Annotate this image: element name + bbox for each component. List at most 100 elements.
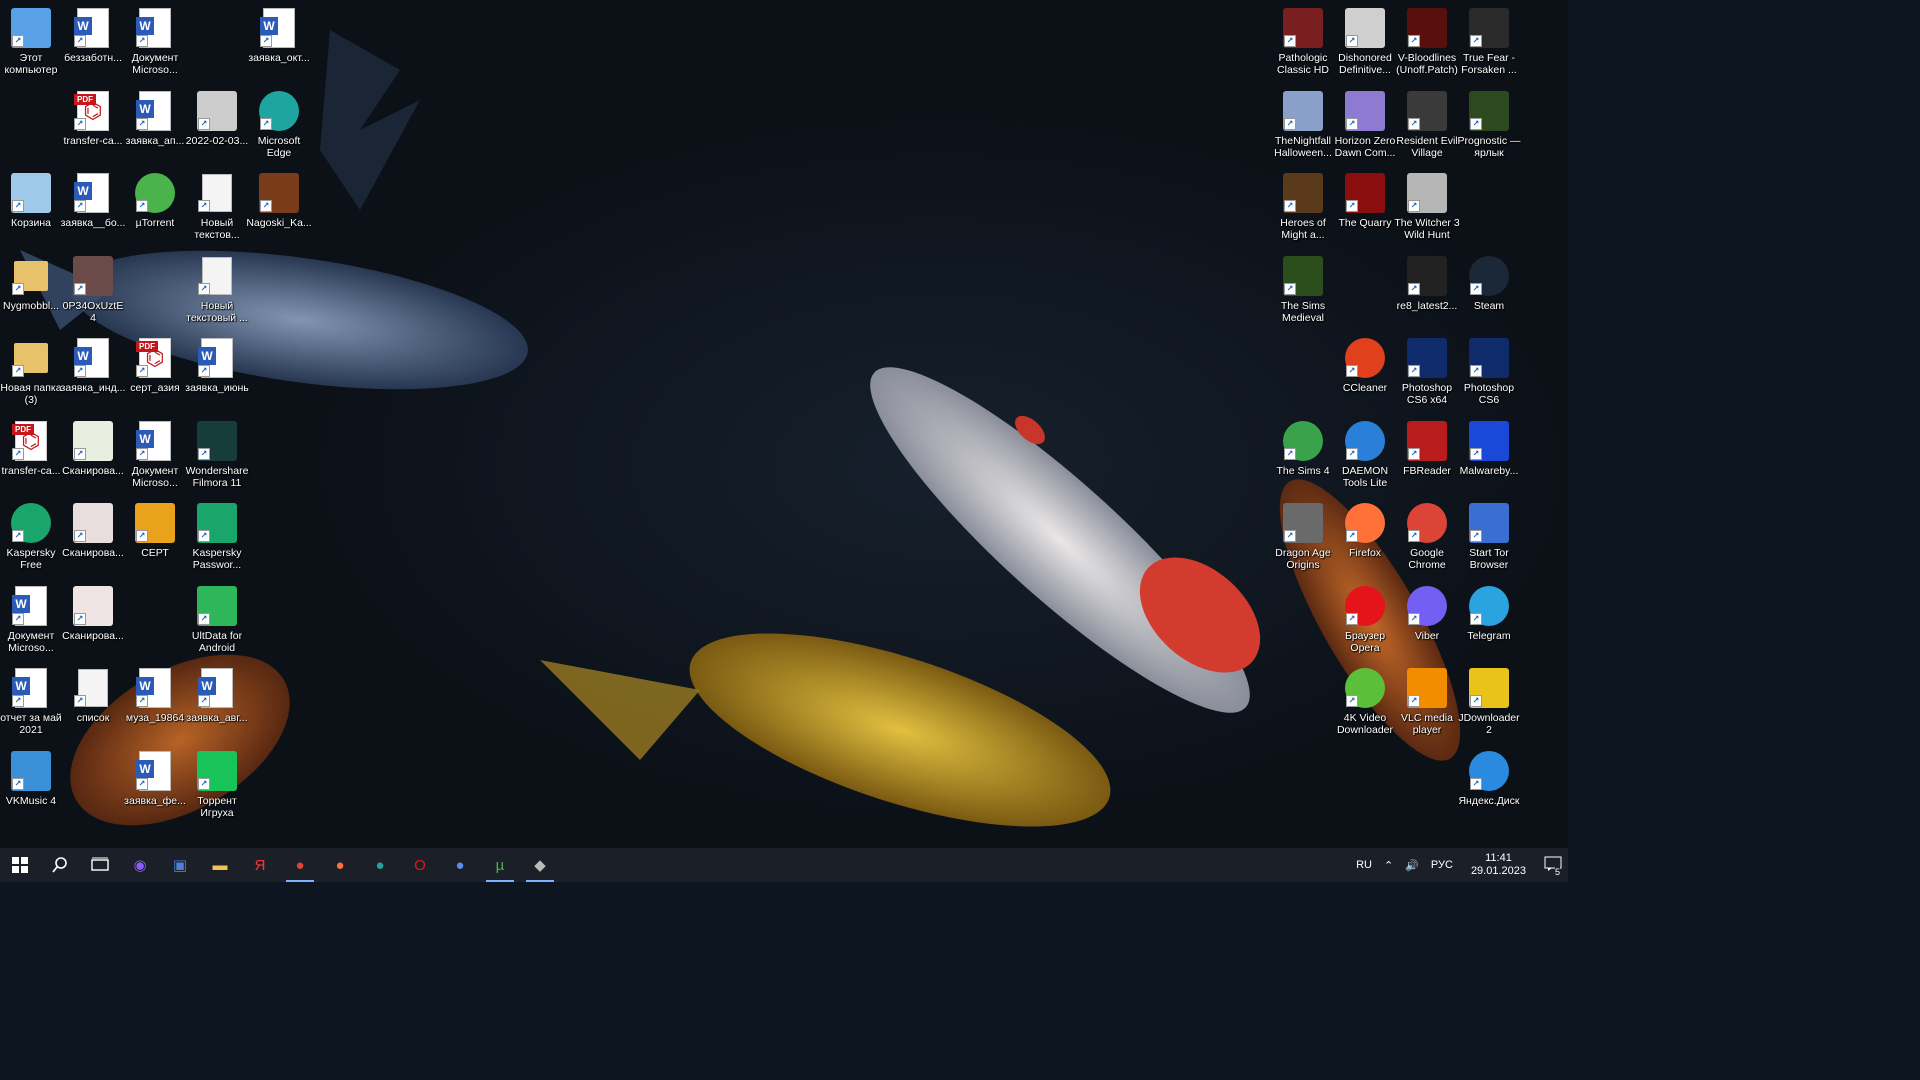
chromium-icon[interactable]: ● [440,848,480,882]
desktop-icon[interactable]: ↗ Новый текстов... [186,169,248,249]
desktop-icon[interactable]: ↗ Viber [1396,582,1458,662]
desktop-icon-label: 0P34OxUztE4 [62,299,124,324]
desktop-icon[interactable]: ↗ Сканирова... [62,582,124,662]
save-disk-icon[interactable]: ▣ [160,848,200,882]
fbreader-icon: ↗ [1407,420,1447,461]
chrome-icon: ↗ [1407,503,1447,543]
desktop-icon[interactable]: ↗ список [62,664,124,744]
desktop-icon[interactable]: ↗ Heroes of Might a... [1272,169,1334,249]
desktop-icon[interactable]: ↗ 4K Video Downloader [1334,664,1396,744]
desktop-icon[interactable]: ↗ The Sims 4 [1272,417,1334,497]
search-icon[interactable] [40,848,80,882]
desktop-icon[interactable]: ↗ Nygmobbl... [0,252,62,332]
desktop-icon[interactable]: ↗ VKMusic 4 [0,747,62,827]
desktop-icon[interactable]: ↗ re8_latest2... [1396,252,1458,332]
desktop-icon[interactable]: ↗ Microsoft Edge [248,87,310,167]
chrome-icon[interactable]: ● [280,848,320,882]
desktop-icon[interactable]: ↗ Сканирова... [62,417,124,497]
desktop-icon[interactable]: W ↗ заявка_фе... [124,747,186,827]
yandex-browser-icon[interactable]: Я [240,848,280,882]
desktop-icon[interactable]: ↗ The Quarry [1334,169,1396,249]
desktop-icon[interactable]: W ↗ отчет за май 2021 [0,664,62,744]
desktop-icon[interactable]: ↗ JDownloader 2 [1458,664,1520,744]
clock[interactable]: 11:41 29.01.2023 [1471,852,1526,878]
desktop-icon[interactable]: W ↗ Документ Microso... [124,417,186,497]
shortcut-arrow-icon: ↗ [198,530,210,542]
desktop-icon[interactable]: ↗ DAEMON Tools Lite [1334,417,1396,497]
desktop-icon[interactable]: ↗ µTorrent [124,169,186,249]
desktop-icon[interactable]: ↗ V-Bloodlines (Unoff.Patch) [1396,4,1458,84]
dishonored-icon[interactable]: ◆ [520,848,560,882]
desktop-icon[interactable]: ↗ 2022-02-03... [186,87,248,167]
desktop-icon[interactable]: ↗ Google Chrome [1396,499,1458,579]
firefox-icon[interactable]: ● [320,848,360,882]
edge-icon[interactable]: ● [360,848,400,882]
desktop-icon[interactable]: W ↗ заявка_авг... [186,664,248,744]
desktop-icon[interactable]: ↗ FBReader [1396,417,1458,497]
opera-icon[interactable]: O [400,848,440,882]
desktop-icon[interactable]: PDF ⌬ ↗ серт_азия [124,334,186,414]
desktop-icon[interactable]: W ↗ Документ Microso... [0,582,62,662]
desktop-icon[interactable]: ↗ Steam [1458,252,1520,332]
desktop-icon[interactable]: PDF ⌬ ↗ transfer-ca... [62,87,124,167]
desktop-icon[interactable]: ↗ Dragon Age Origins [1272,499,1334,579]
desktop-icon[interactable]: ↗ Prognostic — ярлык [1457,87,1521,167]
desktop-icon[interactable]: ↗ СЕРТ [124,499,186,579]
desktop-icon[interactable]: ↗ The Witcher 3 Wild Hunt [1394,169,1460,249]
desktop-icon[interactable]: ↗ Telegram [1458,582,1520,662]
desktop-icon[interactable]: ↗ Этот компьютер [0,4,62,84]
desktop-icon[interactable]: ↗ VLC media player [1396,664,1458,744]
desktop-icon[interactable]: ↗ Malwareby... [1458,417,1520,497]
scan-image-icon: ↗ [73,420,113,461]
desktop-icon[interactable]: ↗ Яндекс.Диск [1458,747,1520,827]
desktop-icon[interactable]: ↗ Новый текстовый ... [186,252,248,332]
notifications-icon[interactable]: 5 [1544,856,1562,877]
desktop-icon[interactable]: ↗ Photoshop CS6 x64 [1396,334,1458,414]
windows-logo-icon[interactable] [0,848,40,882]
desktop-icon[interactable]: W ↗ беззаботн... [62,4,124,84]
desktop-icon[interactable]: ↗ Dishonored Definitive... [1334,4,1396,84]
shortcut-arrow-icon: ↗ [198,447,210,460]
shortcut-arrow-icon: ↗ [1408,282,1420,295]
desktop-icon[interactable]: ↗ Resident Evil Village [1396,87,1458,167]
desktop-icon[interactable]: W ↗ Документ Microso... [124,4,186,84]
desktop-icon[interactable]: ↗ Kaspersky Passwor... [186,499,248,579]
desktop-icon[interactable]: ↗ Корзина [0,169,62,249]
desktop-icon[interactable]: W ↗ заявка_окт... [248,4,310,84]
input-language[interactable]: РУС [1431,859,1453,871]
file-explorer-icon[interactable]: ▬ [200,848,240,882]
utorrent-icon[interactable]: µ [480,848,520,882]
desktop-icon[interactable]: ↗ Kaspersky Free [0,499,62,579]
desktop-icon[interactable]: ↗ Сканирова... [62,499,124,579]
desktop-icon[interactable]: W ↗ заявка__бо... [61,169,125,249]
desktop-icon[interactable]: ↗ Новая папка (3) [0,334,62,414]
desktop-icon[interactable]: W ↗ заявка_инд... [61,334,125,414]
desktop-icon[interactable]: ↗ Photoshop CS6 [1458,334,1520,414]
desktop-icon[interactable]: W ↗ заявка_июнь [185,334,249,414]
task-view-icon[interactable] [80,848,120,882]
cortana-icon[interactable]: ◉ [120,848,160,882]
desktop-icon[interactable]: ↗ Торрент Игруха [186,747,248,827]
pdf-icon: PDF ⌬ ↗ [73,90,113,131]
desktop-icon[interactable]: ↗ Firefox [1334,499,1396,579]
volume-icon[interactable]: 🔊 [1405,859,1419,872]
desktop-icon[interactable]: W ↗ муза_19864 [124,664,186,744]
desktop-icon[interactable]: PDF ⌬ ↗ transfer-ca... [0,417,62,497]
desktop-icon[interactable]: ↗ The Sims Medieval [1272,252,1334,332]
desktop-icon[interactable]: ↗ CCleaner [1334,334,1396,414]
desktop-icon[interactable]: ↗ Start Tor Browser [1458,499,1520,579]
desktop-icon[interactable]: ↗ Nagoski_Ka... [246,169,312,249]
desktop-icon[interactable]: ↗ Horizon Zero Dawn Com... [1334,87,1396,167]
desktop-icon[interactable]: W ↗ заявка_ап... [124,87,186,167]
desktop-icon-label: заявка_июнь [185,382,249,394]
show-hidden-icons-icon[interactable]: ⌃ [1384,859,1393,872]
desktop-icon[interactable]: ↗ Pathologic Classic HD [1272,4,1334,84]
desktop-icon[interactable]: ↗ UltData for Android [186,582,248,662]
desktop-icon[interactable]: ↗ 0P34OxUztE4 [62,252,124,332]
desktop-icon[interactable]: ↗ True Fear - Forsaken ... [1458,4,1520,84]
language-indicator[interactable]: RU [1356,859,1372,871]
text-file-icon: ↗ [197,173,237,213]
desktop-icon[interactable]: ↗ Wondershare Filmora 11 [186,417,248,497]
desktop-icon[interactable]: ↗ Браузер Opera [1334,582,1396,662]
desktop-icon[interactable]: ↗ TheNightfall Halloween... [1272,87,1334,167]
